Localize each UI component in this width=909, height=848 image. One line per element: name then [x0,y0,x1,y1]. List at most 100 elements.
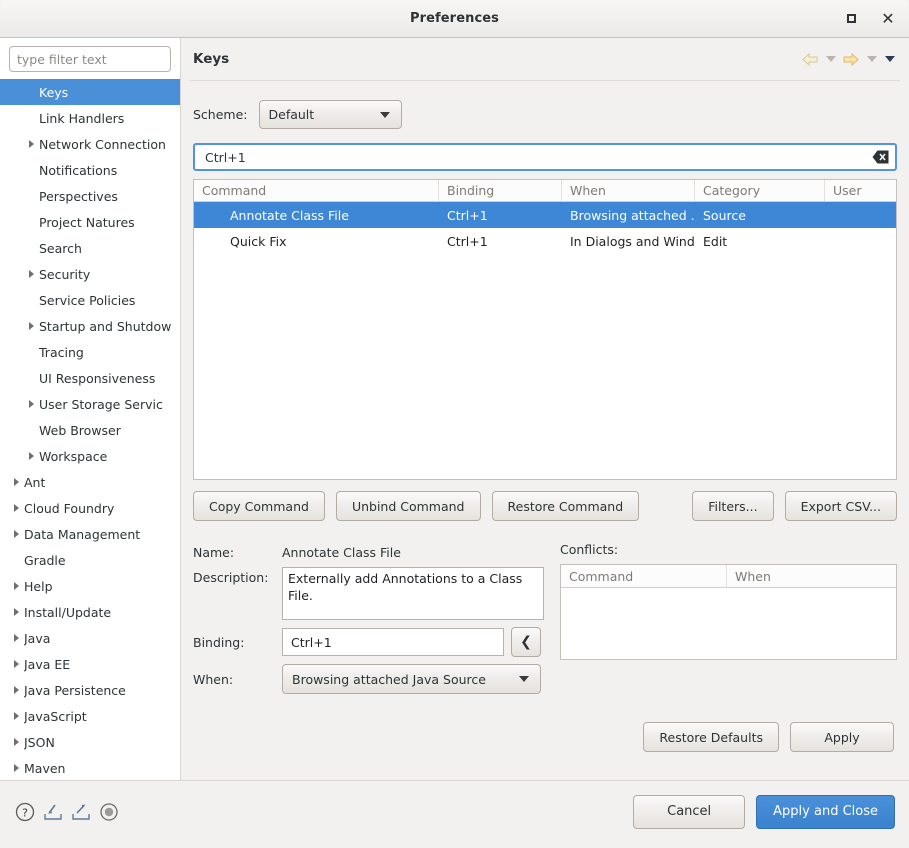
sidebar-item-java[interactable]: Java [0,625,180,651]
sidebar-item-security[interactable]: Security [0,261,180,287]
expand-triangle-icon[interactable] [24,452,39,460]
expand-triangle-icon[interactable] [9,712,24,720]
search-input[interactable] [193,143,897,171]
conflicts-column-header-when[interactable]: When [727,565,896,587]
table-row[interactable]: Annotate Class File Ctrl+1 Browsing attach… [194,202,896,228]
sidebar-item-notifications[interactable]: Notifications [0,157,180,183]
filter-input[interactable] [9,46,171,72]
maximize-icon[interactable] [838,6,864,32]
expand-triangle-icon[interactable] [9,764,24,772]
table-header-row: Command Binding When Category User [194,180,896,202]
close-icon[interactable]: ✕ [875,6,901,32]
binding-row: Binding: ❮ [193,627,546,657]
sidebar-item-label: Search [39,240,82,256]
sidebar-item-java-ee[interactable]: Java EE [0,651,180,677]
import-icon[interactable] [42,801,64,823]
page-button-row: Restore Defaults Apply [193,722,897,752]
restore-command-button[interactable]: Restore Command [491,491,640,521]
cell-user [825,202,896,228]
conflicts-column-header-command[interactable]: Command [561,565,727,587]
name-value: Annotate Class File [282,545,401,560]
copy-command-button[interactable]: Copy Command [193,491,325,521]
expand-triangle-icon[interactable] [9,634,24,642]
table-body[interactable]: Annotate Class File Ctrl+1 Browsing attach… [194,202,896,479]
unbind-command-button[interactable]: Unbind Command [335,491,481,521]
sidebar-item-search[interactable]: Search [0,235,180,261]
forward-menu-chevron-down-icon[interactable] [863,47,880,71]
help-icon[interactable]: ? [14,801,36,823]
expand-triangle-icon[interactable] [24,270,39,278]
back-menu-chevron-down-icon[interactable] [822,47,839,71]
sidebar-item-java-persistence[interactable]: Java Persistence [0,677,180,703]
sidebar-item-label: Project Natures [39,214,135,230]
restore-defaults-button[interactable]: Restore Defaults [643,722,779,752]
sidebar-item-javascript[interactable]: JavaScript [0,703,180,729]
cell-command: Quick Fix [230,233,287,249]
sidebar-item-help[interactable]: Help [0,573,180,599]
chevron-down-icon [519,676,529,682]
sidebar-item-maven[interactable]: Maven [0,755,180,780]
cancel-button[interactable]: Cancel [633,794,746,829]
expand-triangle-icon[interactable] [9,738,24,746]
sidebar-item-project-natures[interactable]: Project Natures [0,209,180,235]
column-header-binding[interactable]: Binding [439,180,562,201]
view-menu-chevron-down-icon[interactable] [881,47,898,71]
sidebar-item-cloud-foundry[interactable]: Cloud Foundry [0,495,180,521]
clear-icon[interactable] [872,150,889,164]
expand-triangle-icon[interactable] [24,140,39,148]
apply-button[interactable]: Apply [790,722,894,752]
filters-button[interactable]: Filters... [692,491,774,521]
sidebar-item-network-connection[interactable]: Network Connection [0,131,180,157]
cell-when: In Dialogs and Wind [570,233,695,249]
scheme-select[interactable]: Default [258,100,402,129]
apply-and-close-button[interactable]: Apply and Close [756,794,895,829]
expand-triangle-icon[interactable] [9,660,24,668]
sidebar-item-ant[interactable]: Ant [0,469,180,495]
sidebar-item-install-update[interactable]: Install/Update [0,599,180,625]
sidebar-item-label: Install/Update [24,604,112,620]
sidebar-item-web-browser[interactable]: Web Browser [0,417,180,443]
sidebar-item-keys[interactable]: Keys [0,79,180,105]
expand-triangle-icon[interactable] [9,608,24,616]
name-label: Name: [193,545,235,560]
expand-triangle-icon[interactable] [9,478,24,486]
forward-arrow-icon[interactable] [840,47,862,71]
expand-triangle-icon[interactable] [9,582,24,590]
sidebar-item-ui-responsiveness[interactable]: UI Responsiveness [0,365,180,391]
sidebar-item-perspectives[interactable]: Perspectives [0,183,180,209]
sidebar-item-service-policies[interactable]: Service Policies [0,287,180,313]
back-arrow-icon[interactable] [799,47,821,71]
column-header-command[interactable]: Command [194,180,439,201]
dialog-body: Keys Link Handlers Network Connection Notif… [0,38,909,780]
description-textarea[interactable] [282,567,544,620]
sidebar-item-label: Java Persistence [24,682,126,698]
export-icon[interactable] [70,801,92,823]
column-header-user[interactable]: User [825,180,896,201]
sidebar-item-gradle[interactable]: Gradle [0,547,180,573]
expand-triangle-icon[interactable] [24,322,39,330]
sidebar-item-data-management[interactable]: Data Management [0,521,180,547]
expand-triangle-icon[interactable] [9,504,24,512]
sidebar-item-json[interactable]: JSON [0,729,180,755]
sidebar-item-startup-and-shutdow[interactable]: Startup and Shutdow [0,313,180,339]
column-header-when[interactable]: When [562,180,695,201]
sidebar-item-workspace[interactable]: Workspace [0,443,180,469]
column-header-category[interactable]: Category [695,180,825,201]
record-icon[interactable] [98,801,120,823]
conflicts-label: Conflicts: [560,542,619,557]
expand-triangle-icon[interactable] [9,686,24,694]
sidebar-item-tracing[interactable]: Tracing [0,339,180,365]
expand-triangle-icon[interactable] [24,400,39,408]
sidebar-item-user-storage-servic[interactable]: User Storage Servic [0,391,180,417]
binding-input[interactable] [282,628,504,656]
key-bindings-table[interactable]: Command Binding When Category User Annotate … [193,179,897,480]
preferences-tree[interactable]: Keys Link Handlers Network Connection Notif… [0,79,180,780]
table-row[interactable]: Quick Fix Ctrl+1 In Dialogs and Wind Edit [194,228,896,254]
expand-triangle-icon[interactable] [9,530,24,538]
sidebar-item-link-handlers[interactable]: Link Handlers [0,105,180,131]
export-csv-button[interactable]: Export CSV... [784,491,897,521]
chevron-left-icon[interactable]: ❮ [511,627,541,657]
sidebar-item-label: JavaScript [24,708,87,724]
when-select[interactable]: Browsing attached Java Source [282,664,541,694]
conflicts-table[interactable]: Command When [560,564,897,660]
